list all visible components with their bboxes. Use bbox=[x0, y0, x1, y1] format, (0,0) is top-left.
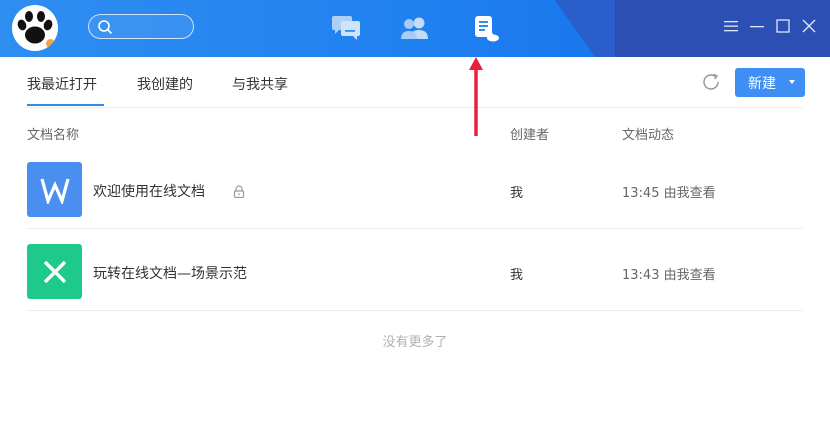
chat-icon[interactable] bbox=[330, 14, 362, 42]
maximize-icon[interactable] bbox=[774, 17, 792, 35]
new-button-label: 新建 bbox=[748, 75, 776, 92]
document-name[interactable]: 玩转在线文档—场景示范 bbox=[93, 263, 247, 283]
document-activity: 13:43 由我查看 bbox=[622, 268, 716, 283]
column-header-name: 文档名称 bbox=[27, 128, 80, 143]
column-header-creator: 创建者 bbox=[510, 128, 550, 143]
search-icon bbox=[98, 20, 112, 34]
annotation-arrow-icon bbox=[469, 57, 483, 136]
document-creator: 我 bbox=[510, 186, 524, 201]
new-button[interactable]: 新建 bbox=[735, 68, 805, 97]
title-bar bbox=[0, 0, 830, 57]
tab-shared[interactable]: 与我共享 bbox=[232, 74, 288, 94]
tab-recent[interactable]: 我最近打开 bbox=[27, 74, 104, 106]
column-header-activity: 文档动态 bbox=[622, 128, 675, 143]
word-doc-icon bbox=[27, 162, 82, 217]
close-icon[interactable] bbox=[800, 17, 818, 35]
contacts-icon[interactable] bbox=[399, 14, 431, 42]
lock-icon bbox=[233, 183, 245, 202]
avatar[interactable] bbox=[12, 5, 58, 51]
document-row[interactable]: 玩转在线文档—场景示范 我 13:43 由我查看 bbox=[27, 229, 803, 311]
document-activity: 13:45 由我查看 bbox=[622, 186, 716, 201]
documents-icon[interactable] bbox=[470, 14, 502, 42]
excel-sheet-icon bbox=[27, 244, 82, 299]
document-creator: 我 bbox=[510, 268, 524, 283]
title-bar-decoration-edge bbox=[555, 0, 615, 57]
search-box[interactable] bbox=[88, 14, 194, 39]
no-more-text: 没有更多了 bbox=[382, 335, 448, 350]
tab-created[interactable]: 我创建的 bbox=[137, 74, 193, 94]
document-row[interactable]: 欢迎使用在线文档 我 13:45 由我查看 bbox=[27, 147, 803, 229]
refresh-icon[interactable] bbox=[700, 71, 722, 93]
divider bbox=[27, 107, 803, 108]
minimize-icon[interactable] bbox=[748, 17, 766, 35]
menu-icon[interactable] bbox=[722, 17, 740, 35]
status-badge bbox=[45, 38, 56, 49]
document-name[interactable]: 欢迎使用在线文档 bbox=[93, 181, 205, 201]
chevron-down-icon bbox=[789, 80, 795, 84]
